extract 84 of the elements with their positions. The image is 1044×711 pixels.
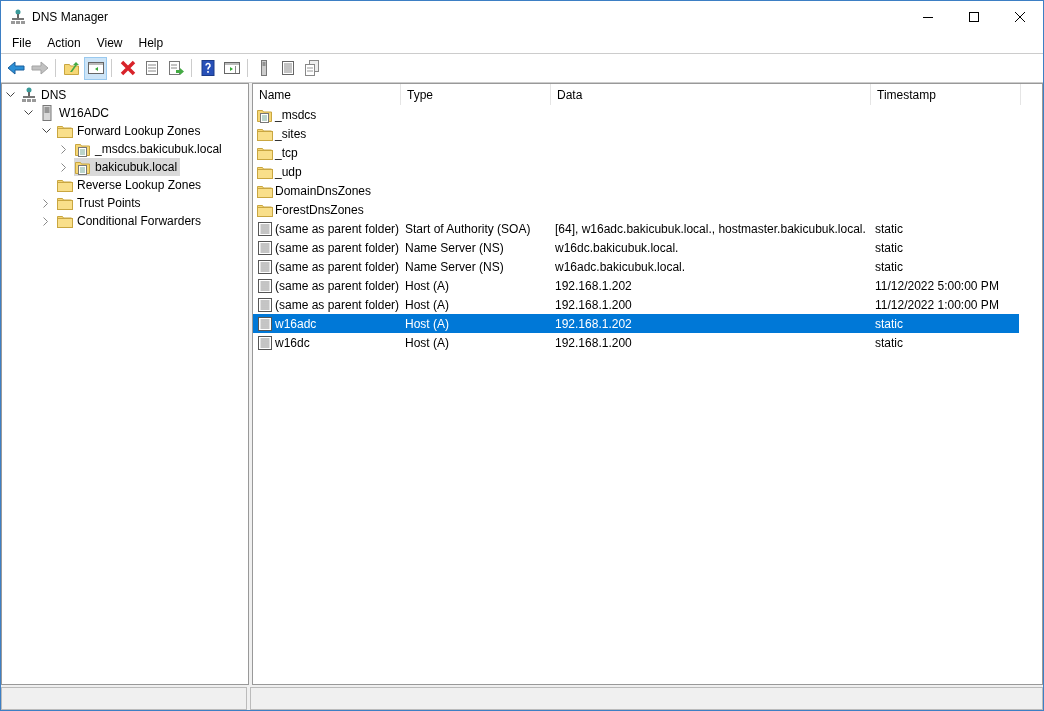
folder-icon xyxy=(57,177,73,193)
menu-item[interactable]: View xyxy=(88,33,131,52)
tree-item[interactable]: _msdcs.bakicubuk.local xyxy=(74,140,225,158)
server-icon xyxy=(39,105,55,121)
record-name[interactable]: w16adc xyxy=(275,316,317,331)
chevron-icon[interactable] xyxy=(41,128,51,134)
record-name[interactable]: (same as parent folder) xyxy=(275,221,400,236)
record-name[interactable]: DomainDnsZones xyxy=(275,183,372,198)
record-name[interactable]: w16dc xyxy=(275,335,310,350)
table-cell: Name Server (NS) xyxy=(405,259,504,274)
tree-item[interactable]: Conditional Forwarders xyxy=(56,212,205,230)
record-name[interactable]: ForestDnsZones xyxy=(275,202,364,217)
menu-item[interactable]: Help xyxy=(130,33,172,52)
record-icon xyxy=(257,277,273,294)
record-icon xyxy=(257,239,273,256)
record-name[interactable]: (same as parent folder) xyxy=(275,278,400,293)
tree-item[interactable]: Reverse Lookup Zones xyxy=(56,176,205,194)
table-cell: Host (A) xyxy=(405,278,449,293)
action-pane-icon xyxy=(222,60,241,76)
record-name[interactable]: (same as parent folder) xyxy=(275,259,400,274)
tree-item[interactable]: Forward Lookup Zones xyxy=(56,122,204,140)
help-icon xyxy=(198,60,217,76)
table-cell: Host (A) xyxy=(405,316,449,331)
table-cell: 192.168.1.200 xyxy=(555,297,632,312)
table-cell: [64], w16adc.bakicubuk.local., hostmaster.bakicubuk.local. xyxy=(555,221,866,236)
chevron-icon[interactable] xyxy=(23,110,33,116)
column-header[interactable]: Type xyxy=(401,84,551,105)
server-icon xyxy=(260,60,267,76)
record-name[interactable]: _udp xyxy=(275,164,302,179)
column-header[interactable]: Data xyxy=(551,84,871,105)
console-tree-icon xyxy=(86,60,105,76)
chevron-icon[interactable] xyxy=(5,92,15,98)
folder-icon xyxy=(57,195,73,211)
tree-item[interactable]: W16ADC xyxy=(38,104,112,122)
table-cell: static xyxy=(875,335,903,350)
folder-up-arrow-icon xyxy=(62,60,81,76)
tree-item[interactable]: Trust Points xyxy=(56,194,144,212)
record-name[interactable]: _sites xyxy=(275,126,307,141)
table-cell: 11/12/2022 1:00:00 PM xyxy=(875,297,999,312)
column-header[interactable]: Name xyxy=(253,84,401,105)
record-icon xyxy=(257,315,273,332)
menu-item[interactable]: Action xyxy=(39,33,89,52)
record-icon xyxy=(257,334,273,351)
table-cell: 192.168.1.202 xyxy=(555,278,632,293)
table-cell: w16dc.bakicubuk.local. xyxy=(555,240,679,255)
copy-pages-icon xyxy=(302,60,321,76)
record-name[interactable]: (same as parent folder) xyxy=(275,240,400,255)
selected-row[interactable]: w16adc Host (A) 192.168.1.202 static xyxy=(253,314,1019,333)
folder-icon xyxy=(57,213,73,229)
table-cell: Host (A) xyxy=(405,335,449,350)
console-tree-button[interactable] xyxy=(84,56,107,80)
back-arrow-icon xyxy=(6,60,25,76)
record-icon xyxy=(257,296,273,313)
close-icon xyxy=(1015,11,1025,22)
window-title: DNS Manager xyxy=(32,9,109,24)
menu-item[interactable]: File xyxy=(4,33,40,52)
export-list-icon xyxy=(166,60,185,76)
dns-server-icon xyxy=(21,87,37,103)
zone-file-icon xyxy=(75,159,91,175)
table-cell: 11/12/2022 5:00:00 PM xyxy=(875,278,999,293)
dns-server-icon xyxy=(10,8,26,25)
table-cell: w16adc.bakicubuk.local. xyxy=(555,259,686,274)
record-name[interactable]: (same as parent folder) xyxy=(275,297,400,312)
table-cell: 192.168.1.200 xyxy=(555,335,632,350)
record-icon xyxy=(257,220,273,237)
zone-file-icon xyxy=(75,141,91,157)
table-cell: static xyxy=(875,259,903,274)
tree-item[interactable]: DNS xyxy=(20,86,70,104)
table-cell: Start of Authority (SOA) xyxy=(405,221,531,236)
column-header[interactable]: Timestamp xyxy=(871,84,1021,105)
maximize-icon xyxy=(969,11,979,22)
folder-icon xyxy=(57,123,73,139)
record-name[interactable]: _msdcs xyxy=(275,107,317,122)
tree-item[interactable]: bakicubuk.local xyxy=(74,158,181,176)
table-cell: Host (A) xyxy=(405,297,449,312)
table-cell: static xyxy=(875,221,903,236)
table-cell: Name Server (NS) xyxy=(405,240,504,255)
table-cell: static xyxy=(875,316,903,331)
record-name[interactable]: _tcp xyxy=(275,145,298,160)
table-cell: 192.168.1.202 xyxy=(555,316,632,331)
table-cell: static xyxy=(875,240,903,255)
forward-arrow-icon xyxy=(30,60,49,76)
delete-x-icon xyxy=(118,60,137,76)
record-icon xyxy=(257,258,273,275)
